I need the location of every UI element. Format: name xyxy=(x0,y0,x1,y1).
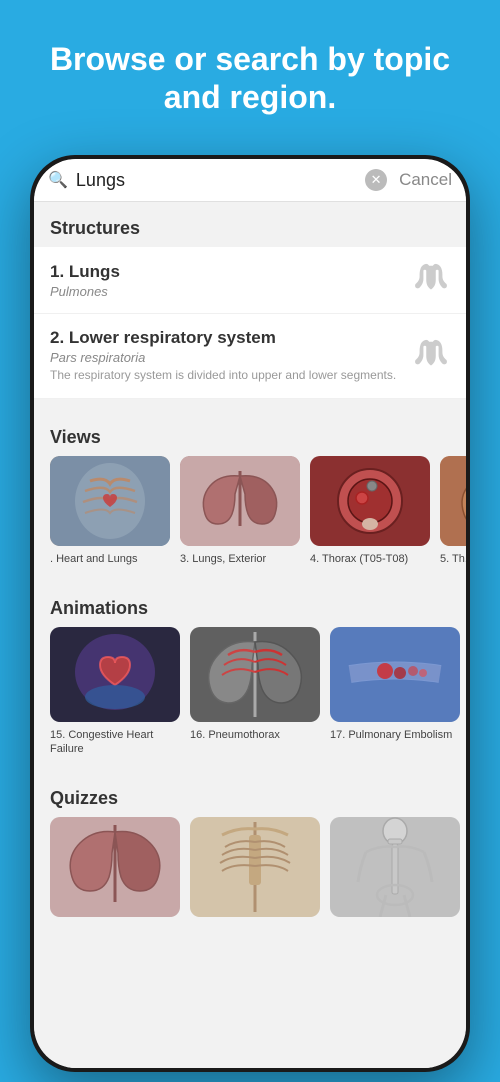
quiz-thumbnail-2 xyxy=(190,817,320,917)
list-item[interactable]: 2. Lower respiratory system Pars respira… xyxy=(34,314,466,399)
views-section: Views xyxy=(34,411,466,578)
anim-thumbnail-2 xyxy=(190,627,320,722)
structures-list: 1. Lungs Pulmones 2. Lower respiratory s… xyxy=(34,247,466,399)
animations-section-label: Animations xyxy=(34,582,466,627)
views-section-label: Views xyxy=(34,411,466,456)
phone-screen: 🔍 Lungs ✕ Cancel Structures 1. Lungs Pul… xyxy=(34,159,466,1068)
anim-label-3: 17. Pulmonary Embolism xyxy=(330,728,460,742)
lungs-icon-1 xyxy=(412,261,450,299)
anim-card-3[interactable]: 17. Pulmonary Embolism xyxy=(330,627,460,757)
anim-label-1: 15. Congestive Heart Failure xyxy=(50,728,180,757)
quiz-thumbnail-3 xyxy=(330,817,460,917)
views-scroll[interactable]: . Heart and Lungs xyxy=(34,456,466,578)
anim-card-2[interactable]: 16. Pneumothorax xyxy=(190,627,320,757)
structure-desc-2: The respiratory system is divided into u… xyxy=(50,368,412,384)
structure-latin-1: Pulmones xyxy=(50,284,412,299)
anim-card-1[interactable]: 15. Congestive Heart Failure xyxy=(50,627,180,757)
phone-frame: 🔍 Lungs ✕ Cancel Structures 1. Lungs Pul… xyxy=(30,155,470,1072)
view-thumbnail-3 xyxy=(310,456,430,546)
animations-scroll[interactable]: 15. Congestive Heart Failure xyxy=(34,627,466,769)
page-title: Browse or search by topic and region. xyxy=(40,40,460,117)
view-thumbnail-2 xyxy=(180,456,300,546)
view-label-2: 3. Lungs, Exterior xyxy=(180,552,300,566)
view-label-3: 4. Thorax (T05-T08) xyxy=(310,552,430,566)
list-item[interactable]: 1. Lungs Pulmones xyxy=(34,247,466,314)
quiz-card-2[interactable] xyxy=(190,817,320,923)
search-icon: 🔍 xyxy=(48,170,68,190)
view-card-4[interactable]: 5. Th... xyxy=(440,456,466,566)
view-label-1: . Heart and Lungs xyxy=(50,552,170,566)
search-bar: 🔍 Lungs ✕ Cancel xyxy=(34,159,466,202)
anim-thumbnail-1 xyxy=(50,627,180,722)
structures-section-label: Structures xyxy=(34,202,466,247)
quiz-card-3[interactable] xyxy=(330,817,460,923)
quizzes-section-label: Quizzes xyxy=(34,772,466,817)
view-card-1[interactable]: . Heart and Lungs xyxy=(50,456,170,566)
anim-label-2: 16. Pneumothorax xyxy=(190,728,320,742)
search-input[interactable]: Lungs xyxy=(76,170,357,191)
view-thumbnail-4 xyxy=(440,456,466,546)
page-header: Browse or search by topic and region. xyxy=(0,0,500,147)
structure-name-1: 1. Lungs xyxy=(50,262,412,282)
quiz-card-1[interactable] xyxy=(50,817,180,923)
structure-name-2: 2. Lower respiratory system xyxy=(50,328,412,348)
view-card-2[interactable]: 3. Lungs, Exterior xyxy=(180,456,300,566)
view-thumbnail-1 xyxy=(50,456,170,546)
view-card-3[interactable]: 4. Thorax (T05-T08) xyxy=(310,456,430,566)
content-area: Structures 1. Lungs Pulmones 2. Lower re… xyxy=(34,202,466,1068)
animations-section: Animations xyxy=(34,582,466,769)
quiz-thumbnail-1 xyxy=(50,817,180,917)
quizzes-scroll xyxy=(34,817,466,935)
view-label-4: 5. Th... xyxy=(440,552,466,566)
search-clear-button[interactable]: ✕ xyxy=(365,169,387,191)
cancel-button[interactable]: Cancel xyxy=(395,170,452,190)
lungs-icon-2 xyxy=(412,337,450,375)
structure-latin-2: Pars respiratoria xyxy=(50,350,412,365)
quizzes-section: Quizzes xyxy=(34,772,466,935)
anim-thumbnail-3 xyxy=(330,627,460,722)
